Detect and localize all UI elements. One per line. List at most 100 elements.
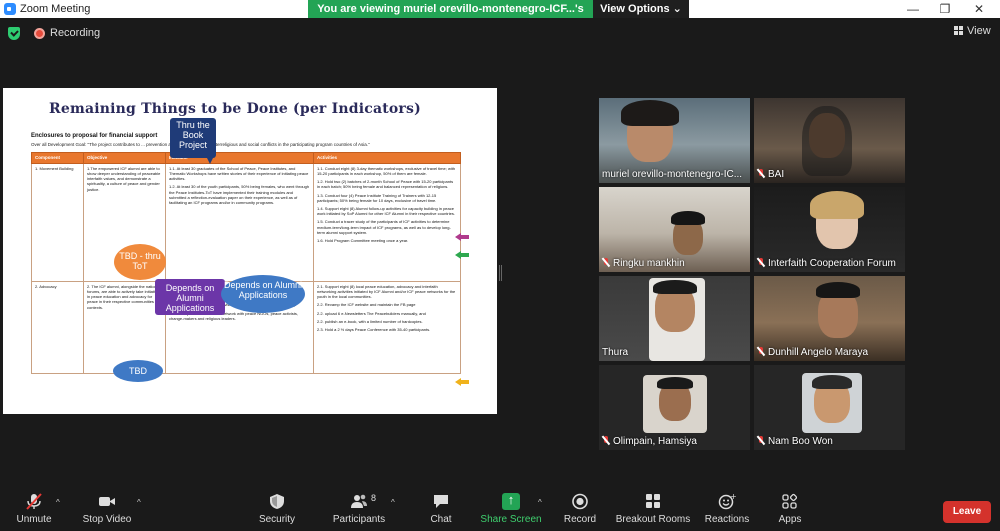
muted-microphone-icon <box>757 258 765 267</box>
participant-name: Interfaith Cooperation Forum <box>757 258 896 269</box>
slide-goal-text: Over all Development Goal: "The project … <box>31 142 370 147</box>
indicator-line: 1.2. At least 30 of the youth participan… <box>169 184 310 205</box>
callout-tbd: TBD <box>113 360 163 382</box>
apps-icon <box>781 493 799 510</box>
participant-name-text: BAI <box>768 169 785 180</box>
recording-label: Recording <box>50 27 101 39</box>
chat-button[interactable]: Chat <box>424 493 458 525</box>
security-label: Security <box>258 514 296 525</box>
participant-name: Dunhill Angelo Maraya <box>757 347 868 358</box>
security-button[interactable]: Security <box>254 493 300 525</box>
panel-resize-handle[interactable] <box>499 265 502 281</box>
activity-line: 1.1. Conduct eight (8) 3-day thematic wo… <box>317 165 456 177</box>
share-screen-icon <box>502 492 520 510</box>
activity-line: 2.1. Support eight (8) local peace educa… <box>317 283 456 300</box>
reactions-label: Reactions <box>704 514 750 525</box>
audio-options-caret-icon[interactable]: ^ <box>56 498 60 507</box>
participant-name-text: Ringku mankhin <box>613 258 685 269</box>
callout-book-project: Thru the Book Project <box>170 118 216 164</box>
activity-line: 2.2. publish an e-book, with a limited n… <box>317 318 423 324</box>
muted-microphone-icon <box>757 436 765 445</box>
table-header-cell: Component <box>31 152 84 164</box>
participant-tile[interactable]: Dunhill Angelo Maraya <box>754 276 905 361</box>
security-shield-icon <box>268 493 286 510</box>
breakout-rooms-icon <box>644 493 662 510</box>
video-options-caret-icon[interactable]: ^ <box>137 498 141 507</box>
participant-tile[interactable]: muriel orevillo-montenegro-IC... <box>599 98 750 183</box>
chat-bubble-icon <box>432 493 450 510</box>
meeting-infobar: Recording View <box>0 18 1000 48</box>
participants-options-caret-icon[interactable]: ^ <box>391 498 395 507</box>
activity-line: 2.3. Hold a 2 ½ days Peace Conference wi… <box>317 326 431 332</box>
participant-name-text: Interfaith Cooperation Forum <box>768 258 896 269</box>
activity-line: 1.4. Support eight (8) Alumni follow-up … <box>317 205 455 217</box>
callout-depends-alumni-2: Depends on Alumni Applications <box>221 275 305 313</box>
share-screen-button[interactable]: Share Screen <box>480 492 542 525</box>
minimize-icon: — <box>907 2 919 16</box>
participant-tile-active-speaker[interactable]: Thura <box>599 276 750 361</box>
activity-line: 1.5. Conduct a tracer study of the parti… <box>317 219 451 235</box>
record-button[interactable]: Record <box>561 493 599 525</box>
participant-tile[interactable]: Ringku mankhin <box>599 187 750 272</box>
view-options-button[interactable]: View Options ⌄ <box>593 0 689 18</box>
table-header-cell: Activities <box>313 152 461 164</box>
apps-button[interactable]: Apps <box>774 493 806 525</box>
arrow-left-yellow-icon <box>455 378 469 386</box>
participant-hair <box>816 282 860 298</box>
restore-button[interactable]: ❐ <box>928 0 962 18</box>
participant-hair <box>671 211 705 225</box>
participant-name: Ringku mankhin <box>602 258 685 269</box>
slide-enclosure-heading: Enclosures to proposal for financial sup… <box>31 133 158 139</box>
participants-button[interactable]: 8 Participants <box>330 493 388 525</box>
activity-line: 2.2. Revamp the ICF website and maintain… <box>317 302 416 308</box>
participants-label: Participants <box>332 514 386 525</box>
callout-depends-alumni-1: Depends on Alumni Applications <box>155 279 225 315</box>
indicators-table: Component Objective Indicator Activities… <box>31 152 461 374</box>
participant-hair <box>653 280 697 294</box>
participant-name-text: Dunhill Angelo Maraya <box>768 347 869 358</box>
table-cell-component: 1. Movement Building <box>31 162 84 282</box>
activity-line: 1.3. Conduct four (4) Peace Institute Tr… <box>317 192 437 203</box>
share-options-caret-icon[interactable]: ^ <box>538 498 542 507</box>
participant-hair <box>810 191 864 219</box>
muted-microphone-icon <box>757 169 765 178</box>
breakout-rooms-label: Breakout Rooms <box>615 514 691 525</box>
view-label: View <box>967 25 991 37</box>
window-title: Zoom Meeting <box>20 3 91 15</box>
participant-name: Nam Boo Won <box>757 436 833 447</box>
unmute-button[interactable]: Unmute <box>14 493 54 525</box>
participant-name: muriel orevillo-montenegro-IC... <box>602 169 743 180</box>
participant-hair <box>657 377 693 389</box>
security-shield-icon[interactable] <box>8 27 20 40</box>
table-cell-indicator: 1.1. At least 30 graduates of the School… <box>165 162 314 282</box>
minimize-button[interactable]: — <box>896 0 930 18</box>
meeting-toolbar: Unmute ^ Stop Video ^ Security 8 Partici… <box>0 488 1000 531</box>
activity-line: 1.6. Hold Program Committee meeting once… <box>317 237 409 243</box>
indicator-line: 1.1. At least 30 graduates of the School… <box>169 165 309 182</box>
participant-name: BAI <box>757 169 784 180</box>
participant-hijab <box>802 106 852 176</box>
shared-slide: Remaining Things to be Done (per Indicat… <box>3 88 497 414</box>
participant-tile[interactable]: Interfaith Cooperation Forum <box>754 187 905 272</box>
restore-icon: ❐ <box>939 2 951 16</box>
participant-tile[interactable]: BAI <box>754 98 905 183</box>
stop-video-label: Stop Video <box>82 514 132 525</box>
view-options-label: View Options <box>600 3 670 15</box>
close-button[interactable]: ✕ <box>962 0 996 18</box>
reactions-button[interactable]: + Reactions <box>704 492 750 525</box>
leave-meeting-button[interactable]: Leave <box>943 501 991 523</box>
viewing-screen-banner: You are viewing muriel orevillo-monteneg… <box>308 0 593 33</box>
participant-hair <box>812 375 852 389</box>
stop-video-button[interactable]: Stop Video <box>80 493 134 525</box>
reactions-emoji-icon: + <box>718 492 737 510</box>
table-header-row: Component Objective Indicator Activities <box>31 152 461 164</box>
participant-tile[interactable]: Nam Boo Won <box>754 365 905 450</box>
arrow-left-green-icon <box>455 251 469 259</box>
breakout-rooms-button[interactable]: Breakout Rooms <box>615 493 691 525</box>
participant-tile[interactable]: Olimpain, Hamsiya <box>599 365 750 450</box>
zoom-app-icon <box>4 3 16 15</box>
table-cell-activities: 1.1. Conduct eight (8) 3-day thematic wo… <box>313 162 461 282</box>
view-layout-button[interactable]: View <box>954 25 991 37</box>
table-header-cell: Objective <box>83 152 166 164</box>
muted-microphone-icon <box>25 493 43 510</box>
